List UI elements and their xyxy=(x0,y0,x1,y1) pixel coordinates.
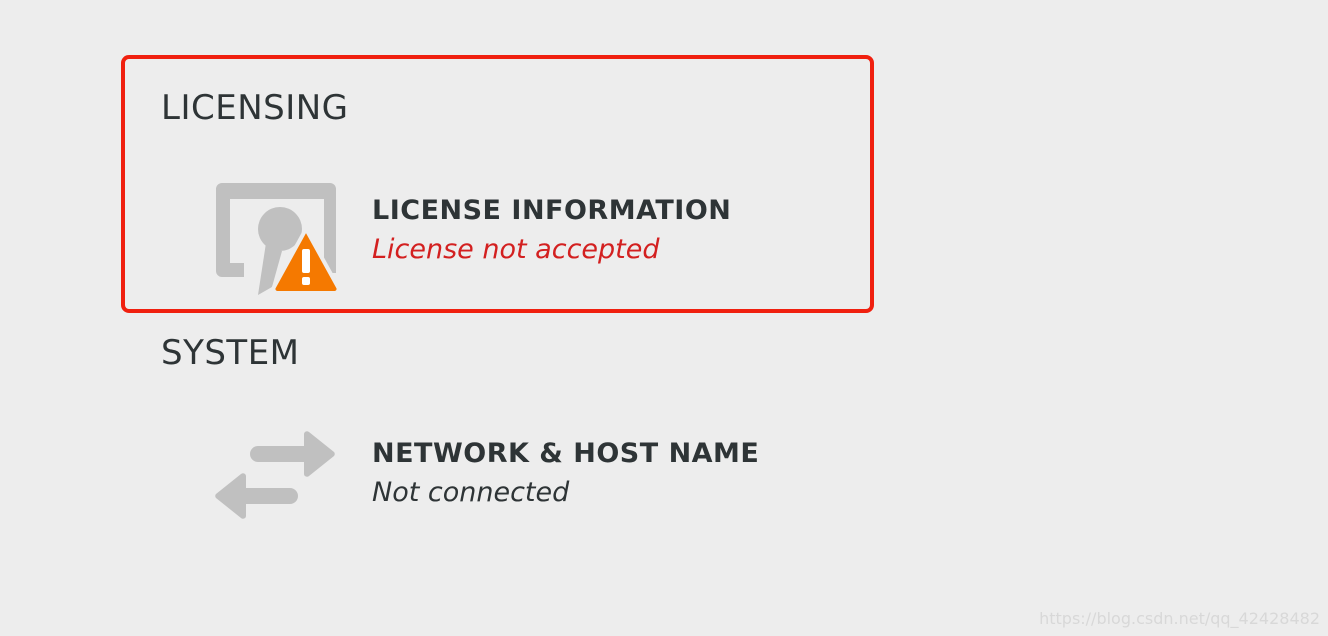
network-arrows-icon xyxy=(210,416,340,536)
watermark: https://blog.csdn.net/qq_42428482 xyxy=(1039,609,1320,628)
spoke-status: License not accepted xyxy=(372,234,660,265)
spoke-license-information[interactable]: LICENSE INFORMATION License not accepted xyxy=(210,183,731,303)
spoke-network-host-name[interactable]: NETWORK & HOST NAME Not connected xyxy=(210,416,759,536)
spoke-status: Not connected xyxy=(372,477,570,508)
section-title-licensing: LICENSING xyxy=(161,88,349,128)
spoke-title: NETWORK & HOST NAME xyxy=(372,438,760,469)
section-title-system: SYSTEM xyxy=(161,333,300,373)
license-warning-icon xyxy=(210,183,341,303)
hub-page: LICENSING LICENSE INFORMATION License no… xyxy=(0,0,1328,636)
spoke-title: LICENSE INFORMATION xyxy=(372,195,732,226)
